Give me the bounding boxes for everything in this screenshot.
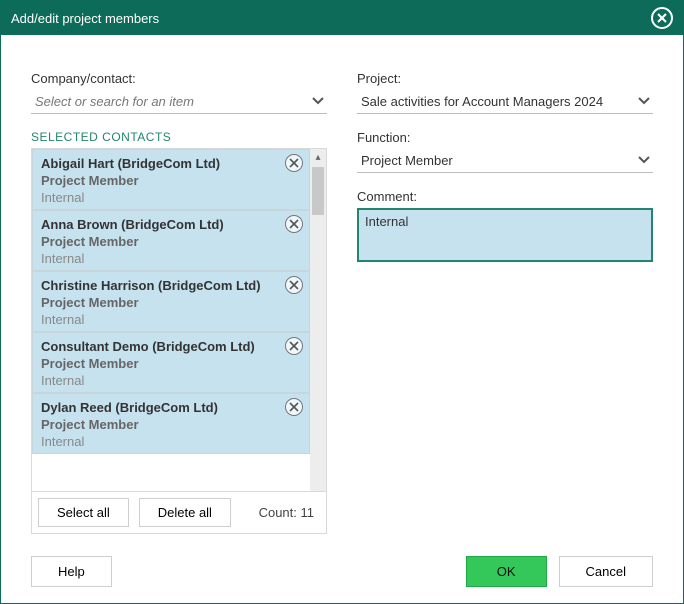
function-select[interactable]: Project Member bbox=[357, 149, 653, 173]
contact-note: Internal bbox=[41, 312, 301, 327]
titlebar: Add/edit project members bbox=[1, 1, 683, 35]
select-all-button[interactable]: Select all bbox=[38, 498, 129, 527]
remove-icon bbox=[285, 215, 303, 233]
dialog-window: Add/edit project members Company/contact… bbox=[0, 0, 684, 604]
comment-label: Comment: bbox=[357, 189, 653, 204]
cancel-button[interactable]: Cancel bbox=[559, 556, 653, 587]
remove-icon bbox=[285, 337, 303, 355]
contact-note: Internal bbox=[41, 434, 301, 449]
contact-note: Internal bbox=[41, 251, 301, 266]
contact-note: Internal bbox=[41, 373, 301, 388]
project-value: Sale activities for Account Managers 202… bbox=[357, 90, 653, 114]
scroll-thumb[interactable] bbox=[312, 167, 324, 215]
remove-icon bbox=[285, 154, 303, 172]
comment-input[interactable] bbox=[357, 208, 653, 262]
project-select[interactable]: Sale activities for Account Managers 202… bbox=[357, 90, 653, 114]
remove-contact-button[interactable] bbox=[285, 398, 303, 416]
contact-role: Project Member bbox=[41, 234, 301, 249]
contact-role: Project Member bbox=[41, 173, 301, 188]
remove-contact-button[interactable] bbox=[285, 215, 303, 233]
selected-contacts-header: SELECTED CONTACTS bbox=[31, 130, 327, 144]
remove-icon bbox=[285, 398, 303, 416]
remove-contact-button[interactable] bbox=[285, 337, 303, 355]
contact-card[interactable]: Consultant Demo (BridgeCom Ltd) Project … bbox=[32, 332, 310, 393]
close-icon bbox=[651, 7, 673, 29]
content-area: Company/contact: SELECTED CONTACTS Abiga… bbox=[1, 35, 683, 546]
contact-card[interactable]: Dylan Reed (BridgeCom Ltd) Project Membe… bbox=[32, 393, 310, 454]
contact-name: Christine Harrison (BridgeCom Ltd) bbox=[41, 278, 301, 293]
contact-name: Consultant Demo (BridgeCom Ltd) bbox=[41, 339, 301, 354]
list-items: Abigail Hart (BridgeCom Ltd) Project Mem… bbox=[32, 149, 310, 491]
company-input[interactable] bbox=[31, 90, 327, 114]
remove-contact-button[interactable] bbox=[285, 276, 303, 294]
list-footer: Select all Delete all Count: 11 bbox=[32, 491, 326, 533]
close-button[interactable] bbox=[651, 7, 673, 29]
contact-name: Abigail Hart (BridgeCom Ltd) bbox=[41, 156, 301, 171]
scroll-up-icon[interactable]: ▴ bbox=[310, 149, 326, 165]
right-column: Project: Sale activities for Account Man… bbox=[357, 71, 653, 534]
function-label: Function: bbox=[357, 130, 653, 145]
contact-card[interactable]: Christine Harrison (BridgeCom Ltd) Proje… bbox=[32, 271, 310, 332]
remove-contact-button[interactable] bbox=[285, 154, 303, 172]
company-select[interactable] bbox=[31, 90, 327, 114]
contact-role: Project Member bbox=[41, 417, 301, 432]
contact-role: Project Member bbox=[41, 295, 301, 310]
selected-contacts-list: Abigail Hart (BridgeCom Ltd) Project Mem… bbox=[31, 148, 327, 534]
project-label: Project: bbox=[357, 71, 653, 86]
contact-role: Project Member bbox=[41, 356, 301, 371]
function-value: Project Member bbox=[357, 149, 653, 173]
list-body: Abigail Hart (BridgeCom Ltd) Project Mem… bbox=[32, 149, 326, 491]
scrollbar[interactable]: ▴ bbox=[310, 149, 326, 491]
window-title: Add/edit project members bbox=[11, 11, 651, 26]
help-button[interactable]: Help bbox=[31, 556, 112, 587]
remove-icon bbox=[285, 276, 303, 294]
contact-card[interactable]: Abigail Hart (BridgeCom Ltd) Project Mem… bbox=[32, 149, 310, 210]
contact-card[interactable]: Anna Brown (BridgeCom Ltd) Project Membe… bbox=[32, 210, 310, 271]
company-label: Company/contact: bbox=[31, 71, 327, 86]
contact-name: Anna Brown (BridgeCom Ltd) bbox=[41, 217, 301, 232]
contact-name: Dylan Reed (BridgeCom Ltd) bbox=[41, 400, 301, 415]
dialog-footer: Help OK Cancel bbox=[1, 546, 683, 603]
count-label: Count: 11 bbox=[259, 505, 320, 520]
left-column: Company/contact: SELECTED CONTACTS Abiga… bbox=[31, 71, 327, 534]
contact-note: Internal bbox=[41, 190, 301, 205]
delete-all-button[interactable]: Delete all bbox=[139, 498, 231, 527]
ok-button[interactable]: OK bbox=[466, 556, 547, 587]
